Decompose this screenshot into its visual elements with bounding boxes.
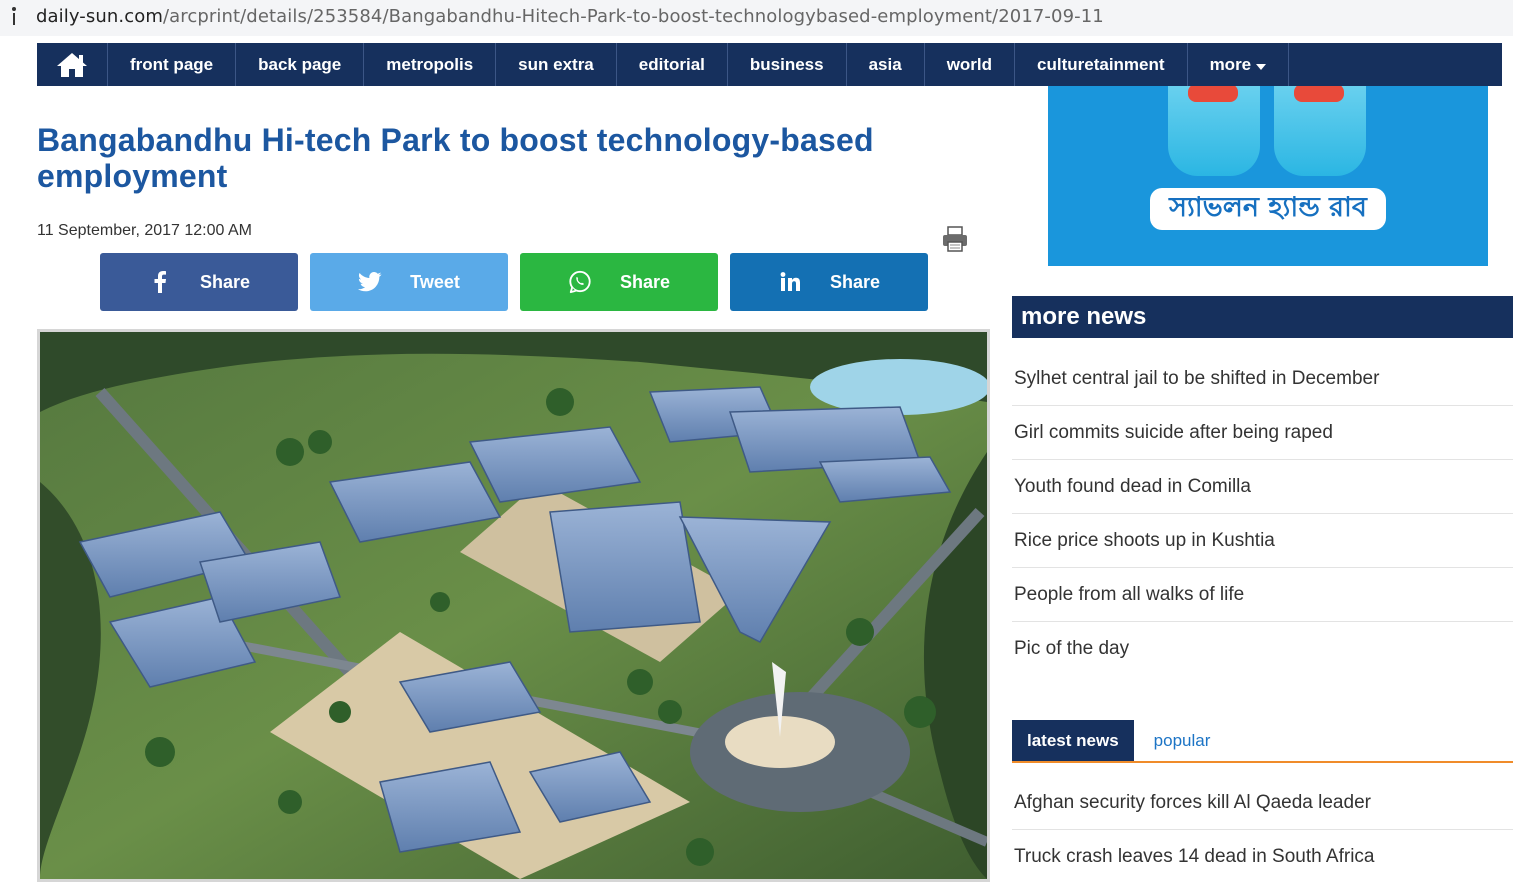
- advertisement-banner[interactable]: স্যাভলন হ্যান্ড রাব: [1048, 86, 1488, 266]
- nav-back-page[interactable]: back page: [236, 43, 365, 86]
- share-bar: Share Tweet Share Share: [100, 253, 928, 311]
- twitter-tweet-label: Tweet: [410, 271, 460, 292]
- nav-culturetainment[interactable]: culturetainment: [1015, 43, 1188, 86]
- facebook-share-label: Share: [199, 271, 251, 292]
- url-text[interactable]: daily-sun.com/arcprint/details/253584/Ba…: [36, 6, 1104, 27]
- nav-more-label: more: [1209, 54, 1252, 74]
- nav-world[interactable]: world: [925, 43, 1016, 86]
- nav-more[interactable]: more: [1188, 43, 1290, 86]
- twitter-tweet-button[interactable]: Tweet: [310, 253, 508, 311]
- article-date: 11 September, 2017 12:00 AM: [37, 222, 252, 239]
- info-icon[interactable]: [12, 7, 16, 25]
- url-domain: daily-sun.com: [36, 6, 163, 27]
- product-bottle-image: [1274, 86, 1366, 176]
- article-title: Bangabandhu Hi-tech Park to boost techno…: [37, 122, 874, 194]
- more-news-item[interactable]: Youth found dead in Comilla: [1012, 460, 1513, 514]
- more-news-item[interactable]: Girl commits suicide after being raped: [1012, 406, 1513, 460]
- nav-sun-extra[interactable]: sun extra: [496, 43, 617, 86]
- home-icon: [57, 52, 87, 77]
- linkedin-share-button[interactable]: Share: [730, 253, 928, 311]
- whatsapp-share-label: Share: [619, 271, 671, 292]
- more-news-item[interactable]: Rice price shoots up in Kushtia: [1012, 514, 1513, 568]
- nav-editorial[interactable]: editorial: [617, 43, 728, 86]
- article-photo: [37, 329, 990, 882]
- more-news-heading: more news: [1012, 296, 1513, 338]
- tab-popular[interactable]: popular: [1134, 720, 1226, 761]
- url-path: /arcprint/details/253584/Bangabandhu-Hit…: [162, 6, 1104, 27]
- linkedin-share-label: Share: [829, 271, 881, 292]
- nav-business[interactable]: business: [728, 43, 847, 86]
- more-news-list: Sylhet central jail to be shifted in Dec…: [1012, 352, 1513, 676]
- nav-front-page[interactable]: front page: [108, 43, 237, 86]
- whatsapp-icon: [568, 270, 592, 294]
- ad-slogan: স্যাভলন হ্যান্ড রাব: [1150, 188, 1386, 230]
- more-news-item[interactable]: People from all walks of life: [1012, 568, 1513, 622]
- twitter-icon: [358, 270, 382, 294]
- news-tabs: latest news popular: [1012, 720, 1513, 763]
- tab-latest-news[interactable]: latest news: [1012, 720, 1134, 761]
- nav-asia[interactable]: asia: [847, 43, 925, 86]
- address-bar[interactable]: daily-sun.com/arcprint/details/253584/Ba…: [0, 0, 1513, 36]
- linkedin-icon: [778, 270, 802, 294]
- facebook-share-button[interactable]: Share: [100, 253, 298, 311]
- more-news-item[interactable]: Sylhet central jail to be shifted in Dec…: [1012, 352, 1513, 406]
- nav-metropolis[interactable]: metropolis: [364, 43, 497, 86]
- product-bottle-image: [1168, 86, 1260, 176]
- more-news-item[interactable]: Pic of the day: [1012, 622, 1513, 676]
- latest-news-item[interactable]: Truck crash leaves 14 dead in South Afri…: [1012, 830, 1513, 882]
- latest-news-list: Afghan security forces kill Al Qaeda lea…: [1012, 776, 1513, 882]
- printer-icon[interactable]: [940, 224, 970, 254]
- facebook-icon: [148, 270, 172, 294]
- latest-news-item[interactable]: Afghan security forces kill Al Qaeda lea…: [1012, 776, 1513, 830]
- main-nav: front page back page metropolis sun extr…: [37, 43, 1502, 86]
- caret-down-icon: [1256, 63, 1267, 70]
- whatsapp-share-button[interactable]: Share: [520, 253, 718, 311]
- nav-home[interactable]: [37, 43, 108, 86]
